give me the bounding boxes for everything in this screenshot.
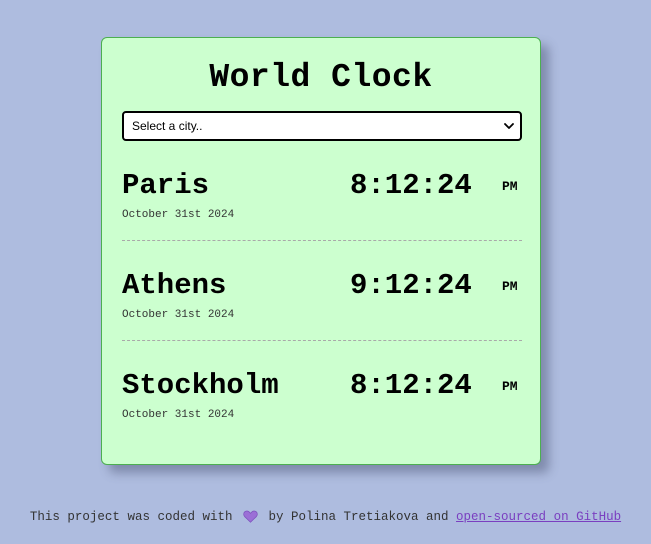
city-time: 9:12:24 — [350, 269, 472, 302]
city-date: October 31st 2024 — [122, 209, 235, 221]
footer-text-middle: by Polina Tretiakova and — [268, 510, 449, 524]
divider — [122, 240, 522, 241]
city-select-value: Select a city.. — [132, 119, 203, 133]
city-time: 8:12:24 — [350, 369, 472, 402]
city-select[interactable]: Select a city.. — [122, 111, 522, 141]
city-ampm: PM — [502, 279, 518, 294]
page-title: World Clock — [209, 59, 433, 96]
footer: This project was coded with by Polina Tr… — [0, 508, 651, 529]
city-name: Stockholm — [122, 369, 279, 402]
city-row-athens: Athens October 31st 2024 9:12:24 PM — [122, 270, 522, 330]
city-name: Athens — [122, 269, 227, 302]
city-ampm: PM — [502, 179, 518, 194]
footer-text-before: This project was coded with — [29, 510, 233, 524]
heart-icon — [243, 510, 258, 529]
world-clock-card: World Clock Select a city.. Paris Octobe… — [101, 37, 541, 465]
city-row-paris: Paris October 31st 2024 8:12:24 PM — [122, 170, 522, 230]
divider — [122, 340, 522, 341]
github-link[interactable]: open-sourced on GitHub — [456, 510, 621, 524]
city-ampm: PM — [502, 379, 518, 394]
city-row-stockholm: Stockholm October 31st 2024 8:12:24 PM — [122, 370, 522, 430]
city-date: October 31st 2024 — [122, 409, 235, 421]
city-time: 8:12:24 — [350, 169, 472, 202]
city-date: October 31st 2024 — [122, 309, 235, 321]
chevron-down-icon — [504, 122, 514, 130]
city-name: Paris — [122, 169, 210, 202]
